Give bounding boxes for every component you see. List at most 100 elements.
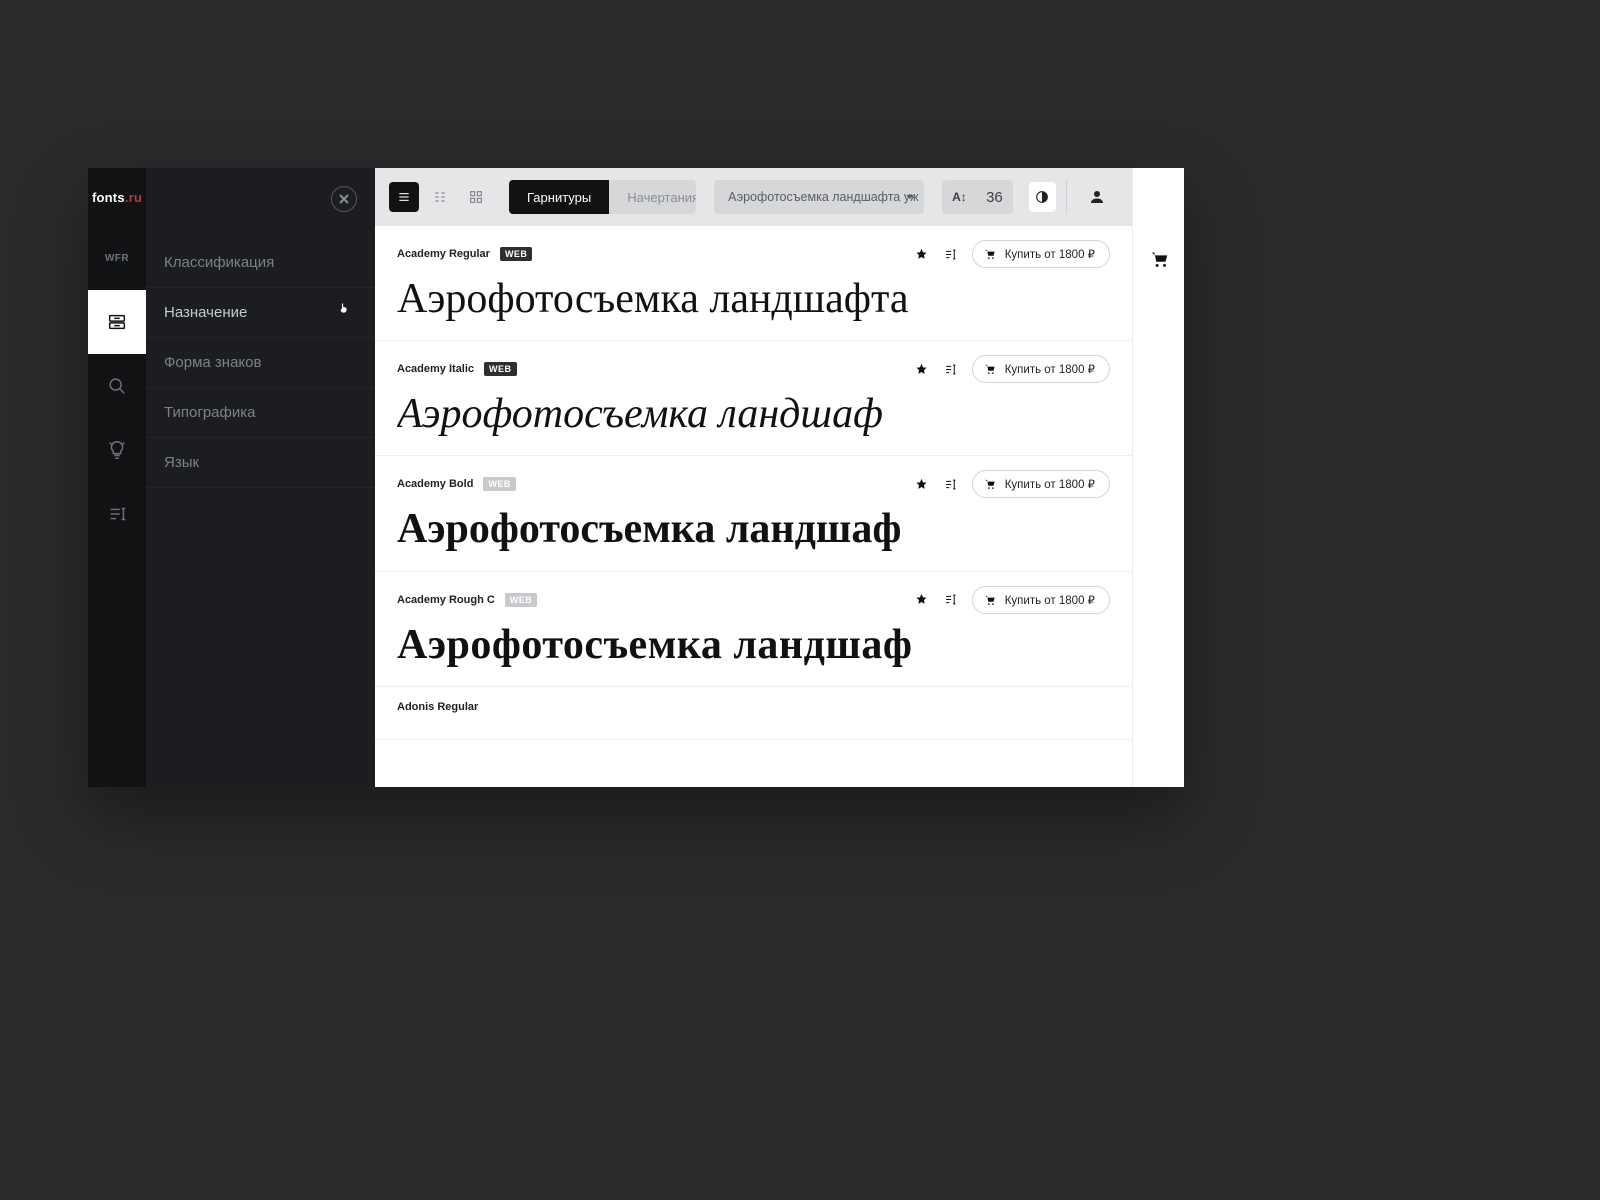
contrast-toggle-button[interactable] [1029,182,1056,212]
web-badge: WEB [484,362,517,376]
view-grid-button[interactable] [461,182,491,212]
buy-button[interactable]: Купить от 1800 ₽ [972,586,1110,614]
font-row-header: Academy Italic WEB Купить от 1800 ₽ [397,355,1110,383]
sample-text-dropdown[interactable]: Аэрофотосъемка ландшафта уж [714,180,924,214]
font-size-value: 36 [975,189,1003,206]
favorite-button[interactable] [914,362,929,377]
tab-styles[interactable]: Начертания [609,180,696,214]
web-badge: WEB [483,477,516,491]
try-button[interactable] [943,247,958,262]
star-icon [914,362,929,377]
rail-item-web[interactable]: WFR [88,226,146,290]
text-cursor-icon [943,247,958,262]
buy-button[interactable]: Купить от 1800 ₽ [972,240,1110,268]
font-sample[interactable]: Аэрофотосъемка ландшаф [397,622,1110,668]
star-icon [914,477,929,492]
font-row-header: Adonis Regular [397,701,1110,713]
font-size-icon: A↕ [952,190,967,204]
sidebar-item-typography[interactable]: Типографика [146,388,375,438]
favorite-button[interactable] [914,247,929,262]
rail-item-text-tool[interactable] [88,482,146,546]
list-icon [396,189,412,205]
view-compact-button[interactable] [425,182,455,212]
sidebar-item-classification[interactable]: Классификация [146,238,375,288]
font-row-actions: Купить от 1800 ₽ [914,240,1110,268]
sidebar-item-letterform[interactable]: Форма знаков [146,338,375,388]
view-toggle [389,182,491,212]
cart-icon [1148,248,1170,270]
sidebar-item-purpose[interactable]: Назначение [146,288,375,338]
web-badge: WEB [505,593,538,607]
main-area: Гарнитуры Начертания Аэрофотосъемка ланд… [375,168,1132,787]
archive-icon [106,311,128,333]
font-size-control[interactable]: A↕ 36 [942,180,1013,214]
sidebar-item-label: Форма знаков [164,354,261,371]
buy-button[interactable]: Купить от 1800 ₽ [972,470,1110,498]
close-sidebar-button[interactable] [331,186,357,212]
lightbulb-icon [106,439,128,461]
rail-item-search[interactable] [88,354,146,418]
favorite-button[interactable] [914,477,929,492]
font-row: Academy Italic WEB Купить от 1800 ₽ Аэрофот… [375,341,1132,456]
buy-label: Купить от 1800 ₽ [1005,593,1095,607]
font-row: Adonis Regular [375,687,1132,740]
star-icon [914,592,929,607]
tab-typefaces[interactable]: Гарнитуры [509,180,609,214]
rail-item-ideas[interactable] [88,418,146,482]
font-name: Academy Rough C [397,594,495,606]
cart-icon [983,362,997,376]
sidebar-item-label: Классификация [164,254,274,271]
brand-tld: .ru [125,190,142,205]
cart-button[interactable] [1148,248,1170,275]
toolbar: Гарнитуры Начертания Аэрофотосъемка ланд… [375,168,1132,226]
buy-button[interactable]: Купить от 1800 ₽ [972,355,1110,383]
try-button[interactable] [943,592,958,607]
sidebar-item-language[interactable]: Язык [146,438,375,488]
font-row-header: Academy Bold WEB Купить от 1800 ₽ [397,470,1110,498]
user-icon [1088,188,1106,206]
cursor-hand-icon [337,300,351,319]
font-list: Academy RegularWEBКупить от 1800 ₽Аэрофо… [375,226,1132,787]
try-button[interactable] [943,477,958,492]
font-name: Academy Bold [397,478,473,490]
font-row-header: Academy RegularWEBКупить от 1800 ₽ [397,240,1110,268]
search-icon [106,375,128,397]
font-row-actions: Купить от 1800 ₽ [914,470,1110,498]
rail-item-catalog[interactable] [88,290,146,354]
buy-label: Купить от 1800 ₽ [1005,247,1095,261]
sidebar-item-label: Назначение [164,304,247,321]
right-rail [1132,168,1184,787]
mode-tabs: Гарнитуры Начертания [509,180,696,214]
font-name: Academy Italic [397,363,474,375]
filter-sidebar: Классификация Назначение Форма знаков Ти… [146,168,375,787]
font-sample[interactable]: Аэрофотосъемка ландшаф [397,506,1110,552]
buy-label: Купить от 1800 ₽ [1005,477,1095,491]
web-icon: WFR [105,253,129,264]
sidebar-item-label: Типографика [164,404,255,421]
sidebar-item-label: Язык [164,454,199,471]
grid-icon [468,189,484,205]
toolbar-separator [1066,180,1067,214]
cart-icon [983,593,997,607]
web-badge: WEB [500,247,533,261]
brand-name: fonts [92,190,125,205]
font-sample[interactable]: Аэрофотосъемка ландшафта [397,276,1110,322]
text-cursor-icon [943,362,958,377]
text-cursor-icon [943,477,958,492]
compact-list-icon [432,189,448,205]
font-sample[interactable]: Аэрофотосъемка ландшаф [397,391,1110,437]
account-button[interactable] [1077,168,1118,226]
font-row-header: Academy Rough C WEB Купить от 1800 ₽ [397,586,1110,614]
cart-icon [983,247,997,261]
brand-logo[interactable]: fonts.ru [88,168,146,226]
left-rail: fonts.ru WFR [88,168,146,787]
font-row: Academy Bold WEB Купить от 1800 ₽ Аэрофотос… [375,456,1132,571]
try-button[interactable] [943,362,958,377]
app-window: fonts.ru WFR Классификация Назначение [88,168,1184,787]
favorite-button[interactable] [914,592,929,607]
view-list-button[interactable] [389,182,419,212]
font-row: Academy Rough C WEB Купить от 1800 ₽ Аэрофо… [375,572,1132,687]
font-row-actions: Купить от 1800 ₽ [914,355,1110,383]
font-row: Academy RegularWEBКупить от 1800 ₽Аэрофо… [375,226,1132,341]
cart-icon [983,477,997,491]
